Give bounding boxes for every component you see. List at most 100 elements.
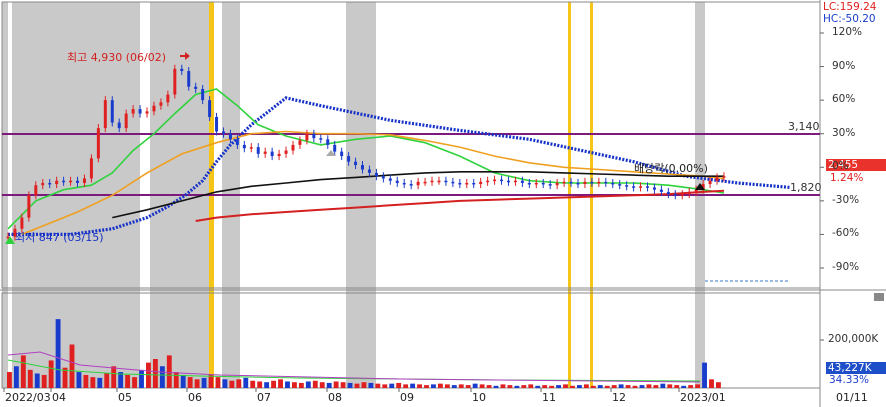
volume-bar [507, 385, 513, 388]
y-tick-label: 30% [832, 126, 856, 139]
candle-body [611, 182, 615, 185]
candle-body [451, 181, 455, 184]
y-tick-label: 120% [832, 26, 863, 38]
lc-readout: LC:159.24 [823, 1, 877, 13]
x-tick-label: 08 [328, 391, 342, 404]
candle-body [458, 182, 462, 185]
candle-body [82, 178, 86, 183]
candle-body [666, 191, 670, 195]
volume-axis-label: 200,000K [828, 333, 879, 345]
candle-body [228, 133, 232, 140]
candle-body [298, 140, 302, 145]
candle-body [659, 189, 663, 192]
candle-body [673, 194, 677, 196]
volume-bar [139, 369, 144, 388]
candle-body [520, 180, 524, 183]
volume-bar [55, 319, 61, 388]
volume-bar [570, 385, 575, 388]
candle-body [493, 179, 497, 182]
candle-body [305, 133, 309, 141]
volume-bar [410, 383, 416, 388]
volume-bar [500, 384, 506, 388]
candle-body [284, 150, 288, 154]
y-tick-label: 60% [832, 93, 856, 106]
candle-body [20, 217, 24, 229]
volume-bar [396, 382, 402, 388]
volume-bar [222, 379, 228, 388]
volume-bar [716, 382, 721, 388]
candle-body [388, 178, 392, 181]
candle-body [117, 122, 121, 129]
candle-body [221, 131, 225, 134]
volume-bar [709, 379, 714, 388]
x-tick-label: 11 [542, 391, 556, 404]
candle-body [76, 180, 80, 183]
candle-body [583, 181, 587, 185]
volume-bar [618, 384, 624, 388]
volume-bar [542, 385, 548, 388]
volume-bar [417, 384, 422, 388]
x-tick-label: 2023/01 [680, 391, 726, 404]
candle-body [201, 88, 205, 101]
candle-body [208, 100, 212, 117]
y-tick-label: -60% [832, 227, 860, 240]
volume-bar [688, 385, 694, 388]
volume-bar [298, 382, 304, 388]
stock-chart-root: LC:159.24 HC:-50.20 2,455 1.24% 43,227K … [0, 0, 886, 407]
candle-body [541, 182, 545, 185]
x-tick-label: 12 [612, 391, 626, 404]
volume-bar [660, 383, 666, 388]
candle-body [604, 181, 608, 184]
low-price-label: 최저 847 (03/15) [15, 231, 104, 244]
candle-body [89, 158, 93, 179]
price-change-label: 1.24% [830, 172, 864, 184]
candle-body [48, 182, 52, 185]
candle-body [145, 111, 149, 114]
candle-body [166, 94, 170, 103]
volume-bar [104, 373, 110, 388]
current-volume-badge: 43,227K [826, 362, 886, 374]
pane-collapse-button[interactable] [874, 293, 884, 301]
candle-body [69, 180, 73, 183]
volume-bar [69, 344, 75, 388]
volume-bar [215, 377, 221, 388]
y-tick-label: -90% [832, 261, 860, 273]
volume-bar [180, 374, 186, 388]
volume-bar [535, 385, 541, 388]
volume-bar [125, 374, 131, 388]
volume-bar [166, 355, 172, 388]
volume-bar [194, 379, 200, 388]
volume-bar [236, 379, 242, 388]
volume-bar [667, 384, 673, 388]
candle-body [173, 68, 177, 95]
candle-body [152, 105, 156, 112]
candle-body [597, 181, 601, 184]
volume-bar [187, 377, 193, 388]
x-tick-label: 09 [400, 391, 414, 404]
candle-body [590, 181, 594, 184]
candle-body [639, 186, 643, 188]
x-tick-label: 04 [52, 391, 66, 404]
candle-body [159, 102, 163, 106]
candle-body [277, 153, 281, 157]
volume-bar [549, 385, 555, 388]
volume-bar [576, 385, 582, 388]
volume-bar [243, 377, 249, 388]
volume-bar [563, 384, 568, 388]
candle-body [124, 113, 128, 129]
hc-readout: HC:-50.20 [823, 13, 876, 25]
volume-bar [361, 382, 367, 388]
candle-body [34, 185, 38, 196]
candle-body [381, 176, 385, 179]
volume-bar [451, 385, 457, 388]
volume-bar [90, 377, 96, 388]
candle-body [513, 180, 517, 183]
candle-body [367, 169, 371, 173]
volume-bar [97, 377, 103, 388]
candle-body [444, 180, 448, 183]
candle-body [548, 184, 552, 186]
x-tick-label: 2022/03 [5, 391, 51, 404]
volume-bar [702, 362, 707, 388]
high-price-label: 최고 4,930 (06/02) [67, 51, 167, 64]
volume-bar [264, 382, 270, 388]
